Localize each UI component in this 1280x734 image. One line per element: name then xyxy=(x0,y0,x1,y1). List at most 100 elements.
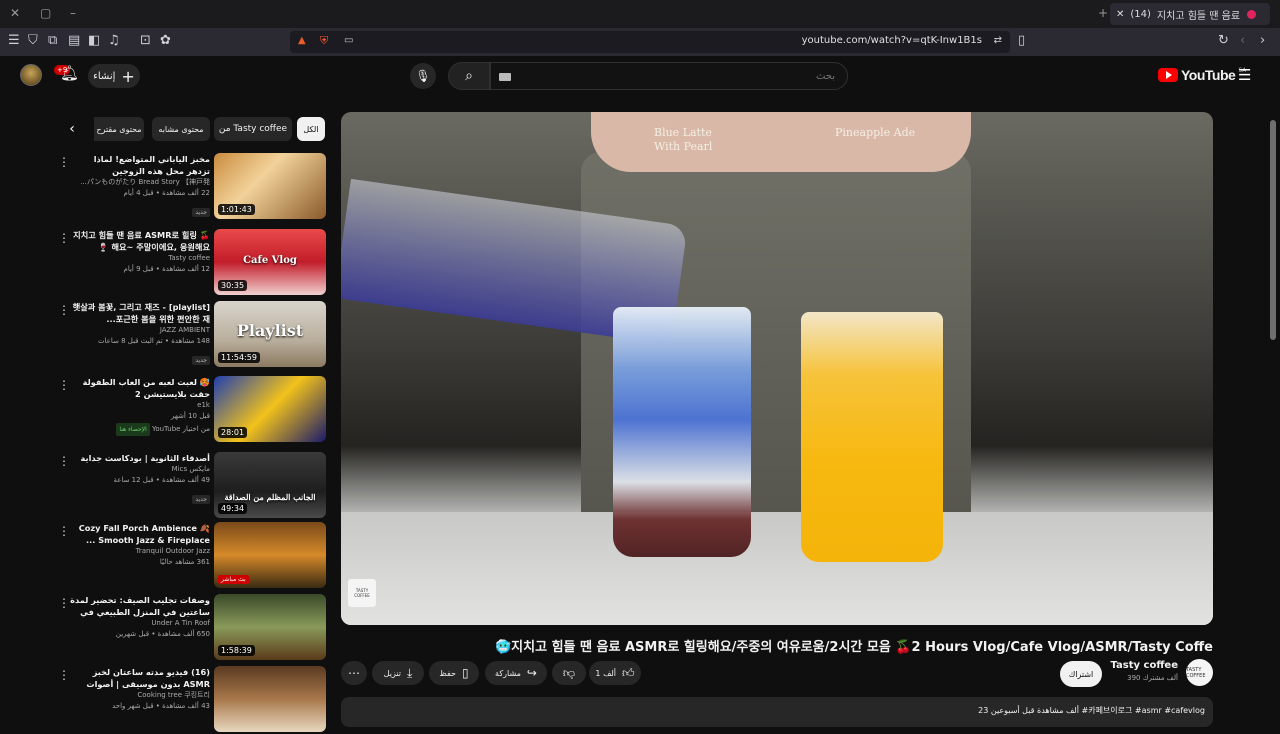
reload-icon[interactable]: ↻ xyxy=(1218,33,1229,48)
rec-title[interactable]: 🍒 지치고 힘들 땐 음료 ASMR로 힐링해요~ 주말이에요, 응원해요 🍷 xyxy=(70,229,210,253)
rec-thumbnail[interactable] xyxy=(214,666,326,732)
share-label: مشاركة xyxy=(495,668,521,678)
brave-rewards-icon[interactable]: ▲ xyxy=(298,35,306,46)
rec-title[interactable]: وصفات تجليب الصيف: تحضير لمدة ساعتين في … xyxy=(70,594,210,618)
shield-icon[interactable]: ⛉ xyxy=(28,33,38,48)
recommendation-item[interactable]: ⋮ أصدقاء الثانوية | بودكاست جداية مايكس … xyxy=(56,452,326,520)
duration-badge: 11:54:59 xyxy=(218,352,260,363)
rec-channel[interactable]: Tranquil Outdoor Jazz xyxy=(70,546,210,557)
keyboard-icon[interactable] xyxy=(499,73,511,81)
new-tab-icon[interactable]: + xyxy=(1098,6,1108,20)
rec-channel[interactable]: مايكس Mics xyxy=(70,464,210,475)
recommendation-item[interactable]: ⋮ [playlist] 햇살과 봄꽃, 그리고 재즈 - 포근한 봄을 위한 … xyxy=(56,301,326,369)
duration-badge: 1:58:39 xyxy=(218,645,255,656)
share-url-icon[interactable]: ⇄ xyxy=(994,35,1002,46)
recommendation-item[interactable]: ⋮ مخبز الياباني المتواضع! لماذا تزدهر مح… xyxy=(56,153,326,221)
rec-thumbnail[interactable]: الجانب المظلم من الصداقة 49:34 xyxy=(214,452,326,518)
rec-thumbnail[interactable]: بث مباشر xyxy=(214,522,326,588)
rec-thumbnail[interactable]: 1:58:39 xyxy=(214,594,326,660)
rec-title[interactable]: مخبز الياباني المتواضع! لماذا تزدهر محل … xyxy=(70,153,210,177)
logo-text: YouTube xyxy=(1181,67,1236,83)
window-maximize-icon[interactable]: ▢ xyxy=(40,6,51,20)
more-actions-button[interactable]: ⋯ xyxy=(341,661,367,685)
save-button[interactable]: حفظ ▯ xyxy=(429,661,479,685)
rec-channel[interactable]: パンものがたり Bread Story 【神戸発... xyxy=(70,177,210,188)
download-button[interactable]: تنزيل ⤓ xyxy=(372,661,424,685)
brave-shield-icon[interactable]: ⛨ xyxy=(320,34,328,48)
rec-title[interactable]: أصدقاء الثانوية | بودكاست جداية xyxy=(70,452,210,464)
voice-search-button[interactable]: 🎙︎ xyxy=(410,63,436,89)
description-box[interactable]: 23 ألف مشاهدة قبل أسبوعين #카페브이로그 #asmr … xyxy=(341,697,1213,727)
rec-thumbnail[interactable]: 1:01:43 xyxy=(214,153,326,219)
more-options-icon[interactable]: ⋮ xyxy=(58,596,70,610)
more-options-icon[interactable]: ⋮ xyxy=(58,524,70,538)
more-options-icon[interactable]: ⋮ xyxy=(58,155,70,169)
youtube-logo[interactable]: YouTube SA xyxy=(1158,67,1246,83)
rec-title[interactable]: Cozy Fall Porch Ambience 🍂 Smooth Jazz &… xyxy=(70,522,210,546)
page-scrollbar[interactable] xyxy=(1270,120,1276,340)
music-icon[interactable]: ♫ xyxy=(108,33,120,48)
forward-icon[interactable]: › xyxy=(1260,33,1265,48)
site-info-icon[interactable]: ▭ xyxy=(344,35,353,46)
account-avatar[interactable] xyxy=(20,64,42,86)
chip-all[interactable]: الكل xyxy=(297,117,325,141)
chip-recommended[interactable]: محتوى مقترح xyxy=(94,117,144,141)
channel-name[interactable]: Tasty coffee xyxy=(1111,660,1178,671)
tabs-icon[interactable]: ⧉ xyxy=(48,33,57,48)
bell-icon[interactable]: 🔔︎ xyxy=(60,64,79,82)
sidebar-menu-icon[interactable]: ☰ xyxy=(8,33,20,48)
more-options-icon[interactable]: ⋮ xyxy=(58,378,70,392)
window-minimize-icon[interactable]: – xyxy=(70,6,76,20)
browser-tab[interactable]: ✕ (14) 지치고 힘들 땐 음료 A xyxy=(1110,3,1270,25)
rec-title[interactable]: [playlist] 햇살과 봄꽃, 그리고 재즈 - 포근한 봄을 위한 편안… xyxy=(70,301,210,325)
history-icon[interactable]: ▤ xyxy=(68,33,80,48)
more-options-icon[interactable]: ⋮ xyxy=(58,231,70,245)
rec-title[interactable]: 🥵 لعبت لعبه من العاب الطفولة حقت بلايستي… xyxy=(70,376,210,400)
channel-watermark[interactable]: TASTY COFFEE xyxy=(348,579,376,607)
share-button[interactable]: مشاركة ↪ xyxy=(485,661,547,685)
thumb-text: Cafe Vlog xyxy=(243,255,297,266)
guide-menu-icon[interactable]: ☰ xyxy=(1238,66,1251,84)
rec-channel[interactable]: e1k xyxy=(70,400,210,411)
recommendation-item[interactable]: ⋮ Cozy Fall Porch Ambience 🍂 Smooth Jazz… xyxy=(56,522,326,590)
bookmark-icon[interactable]: ▯ xyxy=(1018,33,1025,48)
rec-channel[interactable]: Tasty coffee xyxy=(70,253,210,264)
chip-from-channel[interactable]: من Tasty coffee xyxy=(214,117,292,141)
search-field[interactable] xyxy=(490,62,848,90)
create-button[interactable]: إنشاء + xyxy=(88,64,140,88)
like-button[interactable]: 1 ألف 👍︎ xyxy=(589,661,641,685)
more-options-icon[interactable]: ⋮ xyxy=(58,668,70,682)
live-badge: بث مباشر xyxy=(218,575,249,584)
video-glass-pineapple-ade xyxy=(801,312,943,562)
screenshot-icon[interactable]: ⊡ xyxy=(140,33,151,48)
rec-thumbnail[interactable]: Playlist 11:54:59 xyxy=(214,301,326,367)
window-close-icon[interactable]: ✕ xyxy=(10,6,20,20)
chip-related[interactable]: محتوى مشابه xyxy=(152,117,210,141)
channel-avatar[interactable]: TASTY COFFEE xyxy=(1186,659,1213,686)
recommendation-item[interactable]: ⋮ (16) فيديو مدته ساعتان لخبز ASMR بدون … xyxy=(56,666,326,734)
chevron-left-icon[interactable]: ‹ xyxy=(60,121,84,137)
extensions-icon[interactable]: ✿ xyxy=(160,33,171,48)
recommendation-item[interactable]: ⋮ وصفات تجليب الصيف: تحضير لمدة ساعتين ف… xyxy=(56,594,326,662)
recommendation-item[interactable]: ⋮ 🍒 지치고 힘들 땐 음료 ASMR로 힐링해요~ 주말이에요, 응원해요 … xyxy=(56,229,326,297)
mic-icon: 🎙︎ xyxy=(415,69,431,83)
subscribe-button[interactable]: اشتراك xyxy=(1060,661,1102,687)
rec-thumbnail[interactable]: Cafe Vlog 30:35 xyxy=(214,229,326,295)
rec-channel[interactable]: Cooking tree 쿠킹트리 xyxy=(70,690,210,701)
dislike-button[interactable]: 👎︎ xyxy=(552,661,586,685)
search-button[interactable]: ⌕ xyxy=(448,62,490,90)
plus-icon: + xyxy=(121,66,135,86)
back-icon[interactable]: ‹ xyxy=(1240,33,1245,48)
address-bar[interactable]: ▲ ⛨ ▭ youtube.com/watch?v=qtK-Inw1B1s ⇄ xyxy=(290,31,1010,53)
tab-close-icon[interactable]: ✕ xyxy=(1116,9,1124,20)
search-input[interactable] xyxy=(491,63,847,89)
rec-channel[interactable]: Under A Tin Roof xyxy=(70,618,210,629)
more-options-icon[interactable]: ⋮ xyxy=(58,303,70,317)
video-player[interactable]: Blue Latte With Pearl Pineapple Ade TAST… xyxy=(341,112,1213,625)
rec-thumbnail[interactable]: 28:01 xyxy=(214,376,326,442)
more-options-icon[interactable]: ⋮ xyxy=(58,454,70,468)
recommendation-item[interactable]: ⋮ 🥵 لعبت لعبه من العاب الطفولة حقت بلايس… xyxy=(56,376,326,444)
rec-title[interactable]: (16) فيديو مدته ساعتان لخبز ASMR بدون مو… xyxy=(70,666,210,690)
rec-channel[interactable]: JAZZ AMBIENT xyxy=(70,325,210,336)
reader-icon[interactable]: ◧ xyxy=(88,33,100,48)
